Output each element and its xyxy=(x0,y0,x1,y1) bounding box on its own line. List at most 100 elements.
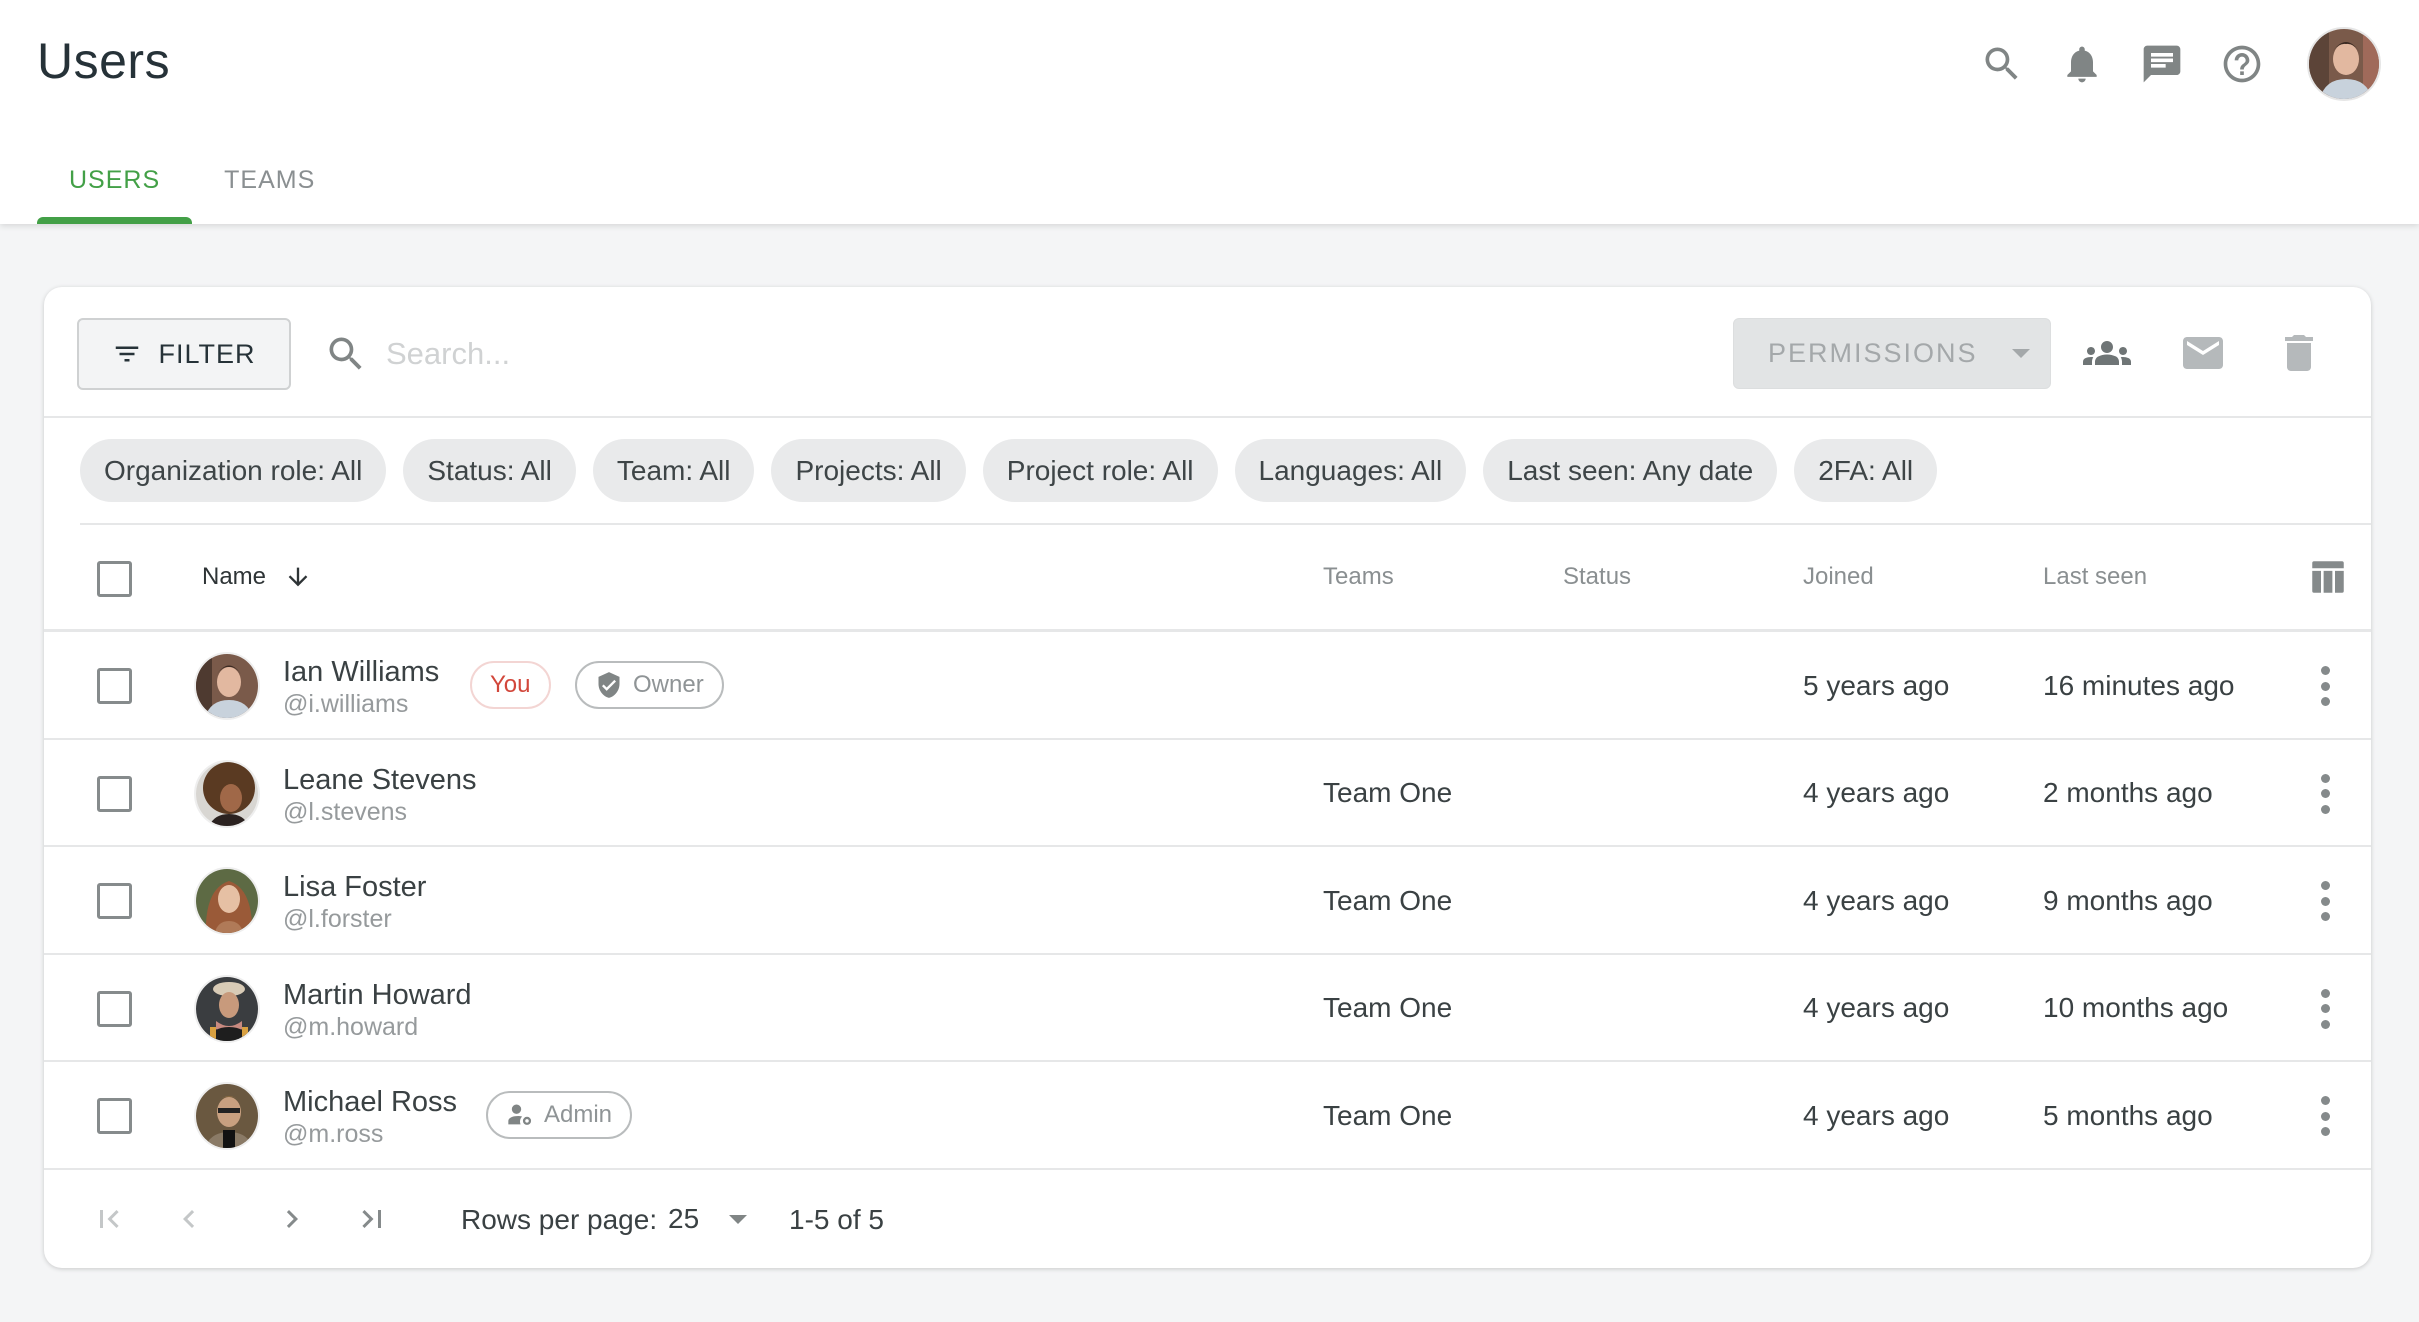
rows-per-page-label: Rows per page: xyxy=(461,1204,658,1235)
column-header-teams[interactable]: Teams xyxy=(1323,525,1394,629)
user-name[interactable]: Ian Williams xyxy=(283,656,439,689)
column-header-name[interactable]: Name xyxy=(202,525,312,629)
column-header-name-label: Name xyxy=(202,563,267,590)
chat-message-icon[interactable] xyxy=(2135,37,2189,91)
header-actions xyxy=(1949,22,2381,106)
table-row[interactable]: Martin Howard @m.howard Team One 4 years… xyxy=(44,955,2371,1062)
column-header-status[interactable]: Status xyxy=(1563,525,1631,629)
table-row[interactable]: Lisa Foster @l.forster Team One 4 years … xyxy=(44,847,2371,955)
more-options-icon[interactable] xyxy=(2310,666,2340,706)
filter-chip-team[interactable]: Team: All xyxy=(592,439,755,502)
more-options-icon[interactable] xyxy=(2310,773,2340,814)
cell-joined: 4 years ago xyxy=(1803,1099,1950,1131)
cell-last-seen: 9 months ago xyxy=(2043,884,2213,916)
user-avatar[interactable] xyxy=(2307,27,2381,101)
search-icon[interactable] xyxy=(1975,37,2029,91)
cell-teams: Team One xyxy=(1323,1099,1453,1131)
table-row[interactable]: Leane Stevens @l.stevens Team One 4 year… xyxy=(44,740,2371,847)
select-all-checkbox[interactable] xyxy=(97,561,132,597)
table-row[interactable]: Michael Ross @m.ross Admin Team One 4 ye… xyxy=(44,1062,2371,1170)
row-checkbox[interactable] xyxy=(97,668,132,704)
you-badge: You xyxy=(470,661,551,709)
filter-chip-projects[interactable]: Projects: All xyxy=(771,439,966,502)
user-handle: @l.forster xyxy=(283,905,392,933)
row-checkbox[interactable] xyxy=(97,883,132,919)
user-handle: @m.howard xyxy=(283,1012,419,1041)
cell-last-seen: 16 minutes ago xyxy=(2043,669,2235,701)
cell-joined: 4 years ago xyxy=(1803,777,1950,808)
rows-per-page-value: 25 xyxy=(668,1203,700,1234)
cell-joined: 4 years ago xyxy=(1803,884,1950,916)
user-name[interactable]: Martin Howard xyxy=(283,979,472,1012)
cell-joined: 5 years ago xyxy=(1803,669,1950,701)
user-name[interactable]: Michael Ross xyxy=(283,1086,457,1119)
first-page-icon[interactable] xyxy=(86,1196,132,1242)
cell-teams: Team One xyxy=(1323,777,1453,808)
owner-badge: Owner xyxy=(575,661,724,709)
avatar xyxy=(194,652,260,720)
user-gear-icon xyxy=(508,1104,532,1125)
app-header: Users USERS TEAMS xyxy=(0,0,2419,224)
avatar xyxy=(194,974,260,1043)
table-row[interactable]: Ian Williams @i.williams You Owner 5 yea… xyxy=(44,632,2371,740)
caret-down-icon xyxy=(2011,349,2030,358)
filter-chip-organization-role[interactable]: Organization role: All xyxy=(80,439,387,502)
last-page-icon[interactable] xyxy=(349,1196,395,1242)
next-page-icon[interactable] xyxy=(269,1196,315,1242)
cell-teams: Team One xyxy=(1323,992,1453,1023)
filter-chip-status[interactable]: Status: All xyxy=(403,439,576,502)
assign-team-icon[interactable] xyxy=(2077,323,2137,383)
filter-chips: Organization role: All Status: All Team:… xyxy=(80,418,2371,525)
tab-bar: USERS TEAMS xyxy=(37,150,347,224)
user-handle: @l.stevens xyxy=(283,797,408,826)
row-checkbox[interactable] xyxy=(97,990,132,1027)
search-field xyxy=(324,318,1724,390)
users-table-card: FILTER PERMISSIONS Organization role: Al… xyxy=(44,287,2371,1268)
filter-chip-last-seen[interactable]: Last seen: Any date xyxy=(1483,439,1778,502)
more-options-icon[interactable] xyxy=(2310,1096,2340,1136)
cell-teams: Team One xyxy=(1323,884,1453,916)
permissions-label: PERMISSIONS xyxy=(1768,338,1978,368)
column-header-joined[interactable]: Joined xyxy=(1803,525,1874,629)
more-options-icon[interactable] xyxy=(2310,881,2340,921)
shield-check-icon xyxy=(598,672,620,698)
search-input[interactable] xyxy=(386,336,1586,372)
previous-page-icon[interactable] xyxy=(166,1196,212,1242)
avatar xyxy=(194,759,260,828)
row-checkbox[interactable] xyxy=(97,1098,132,1134)
pagination: Rows per page: 25 1-5 of 5 xyxy=(44,1168,2371,1268)
tab-teams[interactable]: TEAMS xyxy=(192,150,347,224)
table-header: Name Teams Status Joined Last seen xyxy=(44,525,2371,632)
more-options-icon[interactable] xyxy=(2310,988,2340,1029)
column-settings-icon[interactable] xyxy=(2307,525,2349,629)
page-title: Users xyxy=(37,33,171,89)
cell-last-seen: 2 months ago xyxy=(2043,777,2213,808)
rows-per-page-select[interactable]: 25 xyxy=(668,1196,748,1242)
filter-icon xyxy=(116,346,139,362)
row-checkbox[interactable] xyxy=(97,775,132,812)
filter-button-label: FILTER xyxy=(158,338,256,369)
column-header-last-seen[interactable]: Last seen xyxy=(2043,525,2147,629)
cell-last-seen: 10 months ago xyxy=(2043,992,2229,1023)
help-question-icon[interactable] xyxy=(2215,37,2269,91)
user-name[interactable]: Lisa Foster xyxy=(283,871,426,904)
cell-last-seen: 5 months ago xyxy=(2043,1099,2213,1131)
owner-badge-label: Owner xyxy=(633,671,704,698)
avatar xyxy=(194,867,260,935)
delete-icon[interactable] xyxy=(2269,323,2329,383)
email-icon[interactable] xyxy=(2173,323,2233,383)
filter-chip-languages[interactable]: Languages: All xyxy=(1234,439,1467,502)
user-handle: @m.ross xyxy=(283,1120,384,1148)
arrow-down-icon xyxy=(288,567,308,587)
notifications-bell-icon[interactable] xyxy=(2055,37,2109,91)
table-toolbar: FILTER PERMISSIONS xyxy=(44,287,2371,418)
caret-down-icon xyxy=(729,1214,748,1224)
filter-chip-project-role[interactable]: Project role: All xyxy=(982,439,1218,502)
permissions-dropdown-button[interactable]: PERMISSIONS xyxy=(1733,318,2051,389)
avatar xyxy=(194,1082,260,1150)
user-name[interactable]: Leane Stevens xyxy=(283,764,476,797)
filter-button[interactable]: FILTER xyxy=(77,318,291,390)
pagination-range: 1-5 of 5 xyxy=(789,1204,884,1235)
filter-chip-2fa[interactable]: 2FA: All xyxy=(1794,439,1938,502)
tab-users[interactable]: USERS xyxy=(37,150,193,224)
